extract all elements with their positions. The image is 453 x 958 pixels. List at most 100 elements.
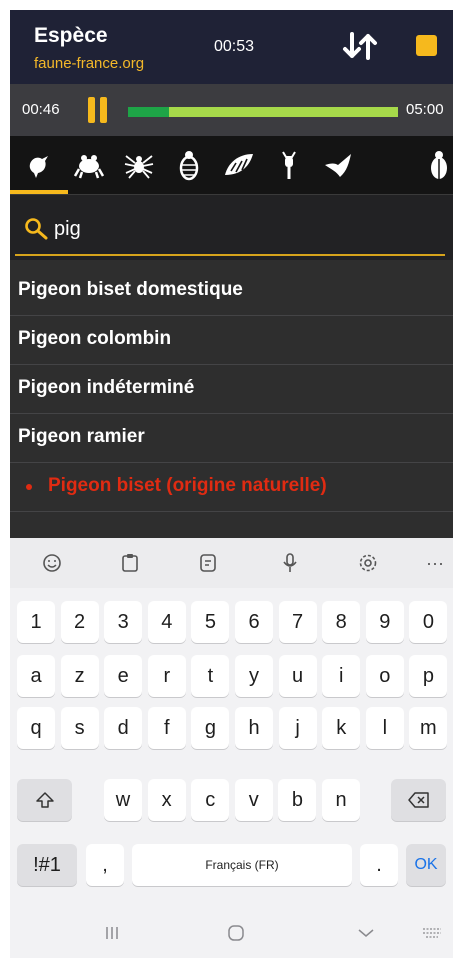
spider-icon <box>124 155 154 179</box>
stop-button[interactable] <box>416 35 437 56</box>
key-row2-9[interactable]: m <box>409 707 448 749</box>
progress-track[interactable] <box>128 107 398 117</box>
backspace-key[interactable] <box>391 779 446 821</box>
list-item-highlighted[interactable]: Pigeon biset (origine naturelle) <box>10 463 453 512</box>
recent-apps-button[interactable] <box>100 922 124 944</box>
back-button[interactable] <box>354 922 378 944</box>
tab-spiders[interactable] <box>115 136 163 194</box>
key-row2-4[interactable]: g <box>191 707 230 749</box>
symbols-key[interactable]: !#1 <box>17 844 77 886</box>
phone-screen: Espèce faune-france.org 00:53 00:46 05:0… <box>10 10 453 958</box>
key-row2-3[interactable]: f <box>147 707 186 749</box>
key-row1-9[interactable]: p <box>409 655 448 697</box>
key-row3-1[interactable]: x <box>147 779 186 821</box>
key-numbers-9[interactable]: 0 <box>409 601 448 643</box>
keyboard-settings-button[interactable] <box>353 548 383 578</box>
tab-amphibians[interactable] <box>65 136 113 194</box>
key-numbers-0[interactable]: 1 <box>17 601 55 643</box>
key-row2-1[interactable]: s <box>60 707 99 749</box>
key-row2-6[interactable]: j <box>278 707 317 749</box>
beetle-icon <box>431 151 447 179</box>
backspace-icon <box>407 792 429 808</box>
dragonfly-icon <box>282 151 296 179</box>
key-row1-3[interactable]: r <box>147 655 186 697</box>
results-panel: pig Pigeon biset domestique Pigeon colom… <box>10 195 453 538</box>
list-item[interactable]: Pigeon colombin <box>10 316 453 365</box>
key-row3-3[interactable]: v <box>234 779 273 821</box>
chevron-down-icon <box>358 929 374 937</box>
period-key[interactable]: . <box>360 844 398 886</box>
sort-button[interactable] <box>340 28 380 64</box>
species-name: Pigeon biset (origine naturelle) <box>48 475 327 496</box>
tab-molluscs[interactable] <box>215 136 263 194</box>
key-row1-2[interactable]: e <box>104 655 143 697</box>
bat-icon <box>325 154 351 177</box>
tab-bats[interactable] <box>315 136 363 194</box>
site-subtitle: faune-france.org <box>34 55 145 72</box>
tab-flies[interactable] <box>165 136 213 194</box>
tab-beetles[interactable] <box>415 136 453 194</box>
key-numbers-8[interactable]: 9 <box>365 601 404 643</box>
key-row2-7[interactable]: k <box>322 707 361 749</box>
key-row3-4[interactable]: b <box>278 779 317 821</box>
fly-icon <box>179 151 199 181</box>
mic-icon <box>283 553 297 572</box>
shift-key[interactable] <box>17 779 72 821</box>
key-row3-2[interactable]: c <box>191 779 230 821</box>
key-row1-5[interactable]: y <box>235 655 273 697</box>
elapsed-time: 00:46 <box>22 101 60 118</box>
key-row1-8[interactable]: o <box>365 655 404 697</box>
keyboard-switch-button[interactable] <box>420 922 444 944</box>
key-row3-5[interactable]: n <box>322 779 360 821</box>
ok-key[interactable]: OK <box>406 844 446 886</box>
mollusc-icon <box>225 154 253 175</box>
recording-progress-bar: 00:46 05:00 <box>10 84 453 136</box>
emoji-button[interactable] <box>37 548 67 578</box>
search-bar[interactable]: pig <box>10 195 453 260</box>
search-underline <box>15 254 445 256</box>
tab-birds[interactable] <box>15 136 63 194</box>
key-row2-5[interactable]: h <box>235 707 273 749</box>
search-input[interactable]: pig <box>54 218 81 241</box>
system-nav-bar <box>10 908 453 958</box>
page-title: Espèce <box>34 24 108 47</box>
highlight-dot-icon <box>26 484 32 490</box>
key-row2-8[interactable]: l <box>365 707 404 749</box>
keyboard-icon <box>423 928 441 938</box>
key-numbers-2[interactable]: 3 <box>104 601 143 643</box>
clipboard-icon <box>122 554 138 572</box>
pause-button[interactable] <box>88 97 110 123</box>
tab-dragonflies[interactable] <box>265 136 313 194</box>
space-key[interactable]: Français (FR) <box>132 844 352 886</box>
key-numbers-1[interactable]: 2 <box>60 601 99 643</box>
more-button[interactable]: ··· <box>420 548 450 578</box>
key-numbers-4[interactable]: 5 <box>191 601 230 643</box>
key-row1-6[interactable]: u <box>278 655 317 697</box>
clipboard-button[interactable] <box>115 548 145 578</box>
key-numbers-5[interactable]: 6 <box>235 601 273 643</box>
key-row1-1[interactable]: z <box>60 655 99 697</box>
key-row2-2[interactable]: d <box>104 707 143 749</box>
session-timer: 00:53 <box>214 38 255 55</box>
key-row3-0[interactable]: w <box>104 779 142 821</box>
comma-key[interactable]: , <box>86 844 124 886</box>
sticker-button[interactable] <box>193 548 223 578</box>
more-icon: ··· <box>426 552 444 573</box>
species-name: Pigeon colombin <box>18 328 172 349</box>
key-row1-0[interactable]: a <box>17 655 55 697</box>
list-item[interactable]: Pigeon indéterminé <box>10 365 453 414</box>
list-item[interactable]: Pigeon ramier <box>10 414 453 463</box>
key-row1-7[interactable]: i <box>322 655 361 697</box>
key-row1-4[interactable]: t <box>191 655 230 697</box>
key-numbers-3[interactable]: 4 <box>147 601 186 643</box>
home-icon <box>228 925 244 941</box>
progress-fill <box>128 107 170 117</box>
list-item[interactable]: Pigeon biset domestique <box>10 267 453 316</box>
voice-input-button[interactable] <box>275 548 305 578</box>
key-row2-0[interactable]: q <box>17 707 55 749</box>
species-name: Pigeon ramier <box>18 426 145 447</box>
key-numbers-7[interactable]: 8 <box>322 601 361 643</box>
search-icon <box>25 218 48 240</box>
home-button[interactable] <box>224 922 248 944</box>
key-numbers-6[interactable]: 7 <box>278 601 317 643</box>
